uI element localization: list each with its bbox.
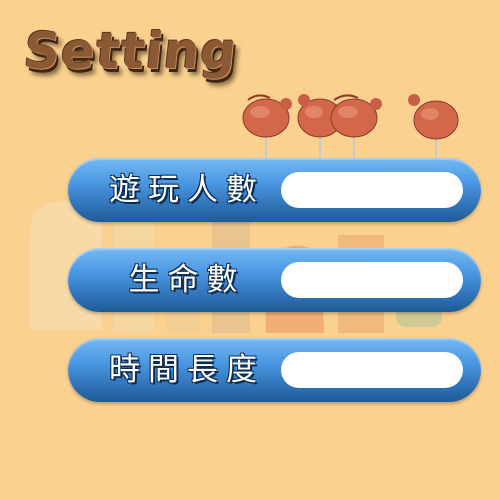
player-count-label: 遊玩人數 — [109, 172, 265, 208]
player-count-input[interactable] — [281, 172, 463, 208]
bird-1 — [242, 94, 292, 158]
birds-illustration — [242, 94, 459, 158]
page-title: Setting — [20, 22, 241, 80]
bird-3 — [330, 94, 382, 158]
time-length-input[interactable] — [281, 352, 463, 388]
bird-4 — [408, 94, 459, 158]
player-count-row: 遊玩人數 — [68, 158, 481, 222]
lives-label: 生命數 — [128, 262, 246, 298]
lives-row: 生命數 — [68, 248, 481, 312]
lives-input[interactable] — [281, 262, 463, 298]
time-length-label: 時間長度 — [109, 352, 265, 388]
time-length-row: 時間長度 — [68, 338, 481, 402]
